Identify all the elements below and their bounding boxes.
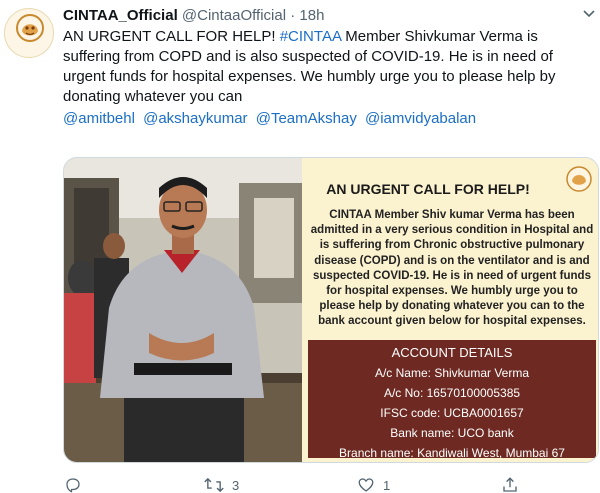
mention-link[interactable]: @iamvidyabalan [365,110,476,127]
account-line: A/c No: 16570100005385 [383,386,521,400]
like-button[interactable]: 1 [357,476,390,493]
account-line: Bank name: UCO bank [390,426,514,440]
account-line: A/c Name: Shivkumar Verma [374,366,530,380]
retweet-button[interactable]: 3 [204,476,239,493]
hashtag-link[interactable]: #CINTAA [280,28,341,45]
tweet[interactable]: CINTAA_Official @CintaaOfficial · 18h AN… [63,6,599,463]
account-details-box: ACCOUNT DETAILS A/c Name: Shivkumar Verm… [308,340,596,460]
cintaa-logo-icon [16,14,44,42]
more-options-icon[interactable] [583,6,595,21]
retweet-icon [204,477,224,493]
tweet-header: CINTAA_Official @CintaaOfficial · 18h [63,6,597,26]
person-photo [64,158,302,462]
mention-link[interactable]: @akshaykumar [143,110,247,127]
retweet-count: 3 [232,477,240,493]
appeal-poster: AN URGENT CALL FOR HELP! CINTAA Member S… [302,158,598,462]
user-handle[interactable]: @CintaaOfficial [182,7,286,24]
heart-icon [358,478,374,492]
tweet-text: AN URGENT CALL FOR HELP! #CINTAA Member … [63,27,597,107]
poster-title: AN URGENT CALL FOR HELP! [326,181,530,197]
tweet-time[interactable]: 18h [299,7,324,24]
mentions: @amitbehl @akshaykumar @TeamAkshay @iamv… [63,109,597,129]
account-title: ACCOUNT DETAILS [391,345,513,360]
mention-link[interactable]: @amitbehl [63,110,135,127]
separator-dot: · [290,7,296,24]
tweet-image[interactable]: AN URGENT CALL FOR HELP! CINTAA Member S… [63,157,599,463]
action-bar: 3 1 [64,476,524,493]
account-line: Branch name: Kandiwali West, Mumbai 67 [339,446,565,460]
like-count: 1 [383,477,391,493]
reply-icon [66,478,80,493]
share-button[interactable] [501,476,527,493]
reply-button[interactable] [64,476,90,493]
poster-body: CINTAA Member Shiv kumar Verma has been … [310,209,594,328]
account-line: IFSC code: UCBA0001657 [380,406,524,420]
share-icon [503,477,517,492]
tweet-text-intro: AN URGENT CALL FOR HELP! [63,28,280,45]
display-name[interactable]: CINTAA_Official [63,7,178,24]
avatar[interactable] [4,8,54,58]
mention-link[interactable]: @TeamAkshay [256,110,357,127]
cintaa-poster-logo [562,164,596,206]
